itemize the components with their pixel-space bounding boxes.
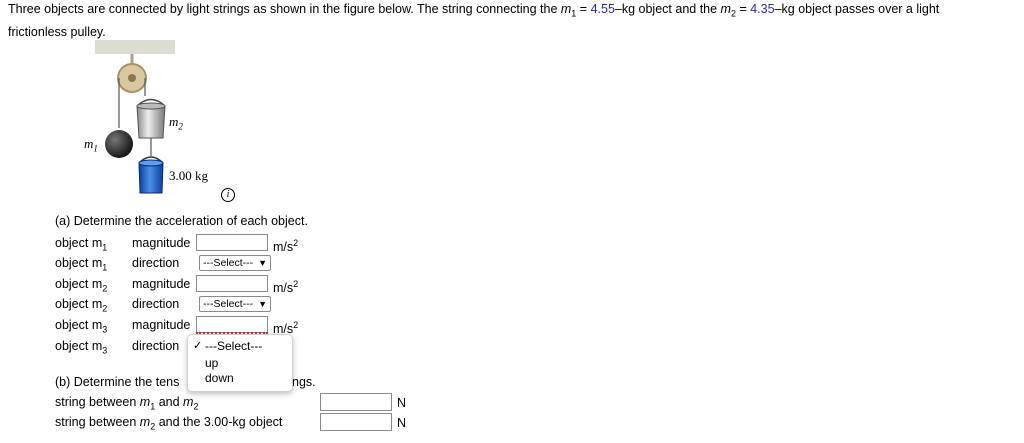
checkmark-icon: ✓ (193, 340, 203, 352)
tension-m1-m2-input[interactable] (320, 393, 392, 411)
ceiling (95, 40, 175, 54)
info-icon[interactable]: i (221, 188, 235, 202)
question-text: Three objects are connected by light str… (8, 0, 1018, 41)
m2-magnitude-input[interactable] (196, 275, 268, 292)
tension-m2-m3-input[interactable] (320, 413, 392, 431)
m2-symbol: m (720, 2, 731, 16)
m3-direction-dropdown[interactable]: ✓ ---Select--- up down (187, 334, 293, 392)
question-line1-end: –kg object passes over a light (774, 2, 940, 16)
m1-figure-label: m1 (84, 136, 98, 154)
question-line1: Three objects are connected by light str… (8, 2, 561, 16)
m1-ball (105, 130, 133, 158)
chevron-down-icon: ▼ (258, 258, 267, 268)
dropdown-option-down[interactable]: down (205, 371, 234, 385)
row-m3-magnitude: object m3 magnitude m/s2 (55, 316, 299, 337)
row-m2-magnitude: object m2 magnitude m/s2 (55, 275, 299, 296)
row-m1-magnitude: object m1 magnitude m/s2 (55, 234, 299, 255)
tension-unit: N (397, 396, 407, 410)
part-a-heading: (a) Determine the acceleration of each o… (55, 214, 308, 228)
question-mid: –kg object and the (614, 2, 721, 16)
m3-magnitude-input[interactable] (196, 316, 268, 333)
tension-unit: N (397, 416, 407, 430)
chevron-down-icon: ▼ (258, 299, 267, 309)
dropdown-option-up[interactable]: up (205, 356, 218, 370)
equals-sign: = (735, 2, 751, 16)
question-line2: frictionless pulley. (8, 24, 106, 39)
part-b-heading-end: ngs. (292, 375, 316, 389)
m2-direction-select[interactable]: ---Select--- ▼ (199, 296, 271, 312)
m1-direction-select[interactable]: ---Select--- ▼ (199, 255, 271, 271)
pulley-figure (95, 40, 175, 194)
dropdown-option-select[interactable]: ---Select--- (205, 339, 262, 353)
m3-figure-label: 3.00 kg (169, 168, 208, 183)
part-b-heading-start: (b) Determine the tens (55, 375, 180, 389)
string-m1-m2-label: string between m1 and m2 (55, 395, 199, 412)
equals-sign: = (576, 2, 591, 16)
row-m3-direction: object m3 direction (55, 339, 180, 356)
m1-magnitude-input[interactable] (196, 234, 268, 251)
m1-value: 4.55 (590, 2, 615, 16)
string-m2-m3-label: string between m2 and the 3.00-kg object (55, 415, 283, 432)
m1-symbol: m (560, 2, 572, 16)
row-m2-direction: object m2 direction ---Select--- ▼ (55, 294, 335, 314)
m2-bucket (136, 105, 166, 139)
row-m1-direction: object m1 direction ---Select--- ▼ (55, 253, 335, 273)
m3-bucket (138, 162, 164, 194)
m2-figure-label: m2 (169, 114, 183, 132)
m2-value: 4.35 (750, 2, 775, 16)
